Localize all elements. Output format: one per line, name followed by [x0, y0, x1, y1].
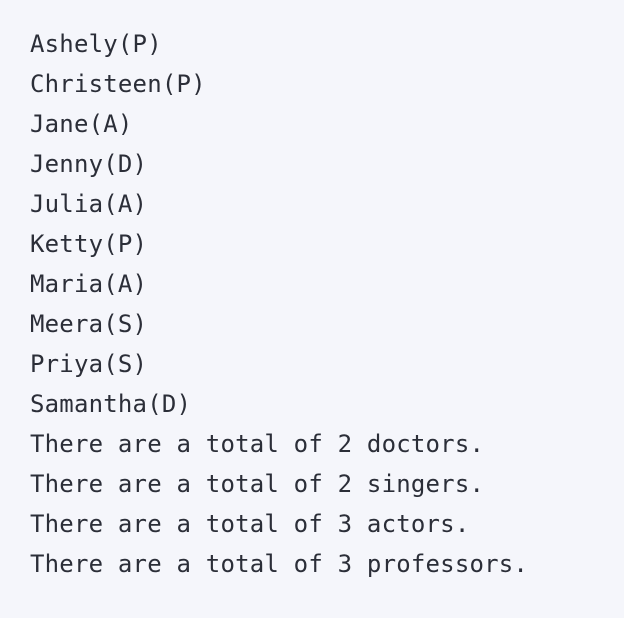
name-line: Maria(A)	[30, 270, 148, 298]
total-line: There are a total of 2 singers.	[30, 470, 485, 498]
name-line: Ashely(P)	[30, 30, 162, 58]
total-line: There are a total of 2 doctors.	[30, 430, 485, 458]
name-line: Meera(S)	[30, 310, 148, 338]
name-line: Jenny(D)	[30, 150, 148, 178]
console-output: Ashely(P) Christeen(P) Jane(A) Jenny(D) …	[30, 24, 614, 584]
total-line: There are a total of 3 actors.	[30, 510, 470, 538]
name-line: Christeen(P)	[30, 70, 206, 98]
name-line: Julia(A)	[30, 190, 148, 218]
name-line: Jane(A)	[30, 110, 133, 138]
total-line: There are a total of 3 professors.	[30, 550, 529, 578]
name-line: Priya(S)	[30, 350, 148, 378]
name-line: Ketty(P)	[30, 230, 148, 258]
name-line: Samantha(D)	[30, 390, 192, 418]
